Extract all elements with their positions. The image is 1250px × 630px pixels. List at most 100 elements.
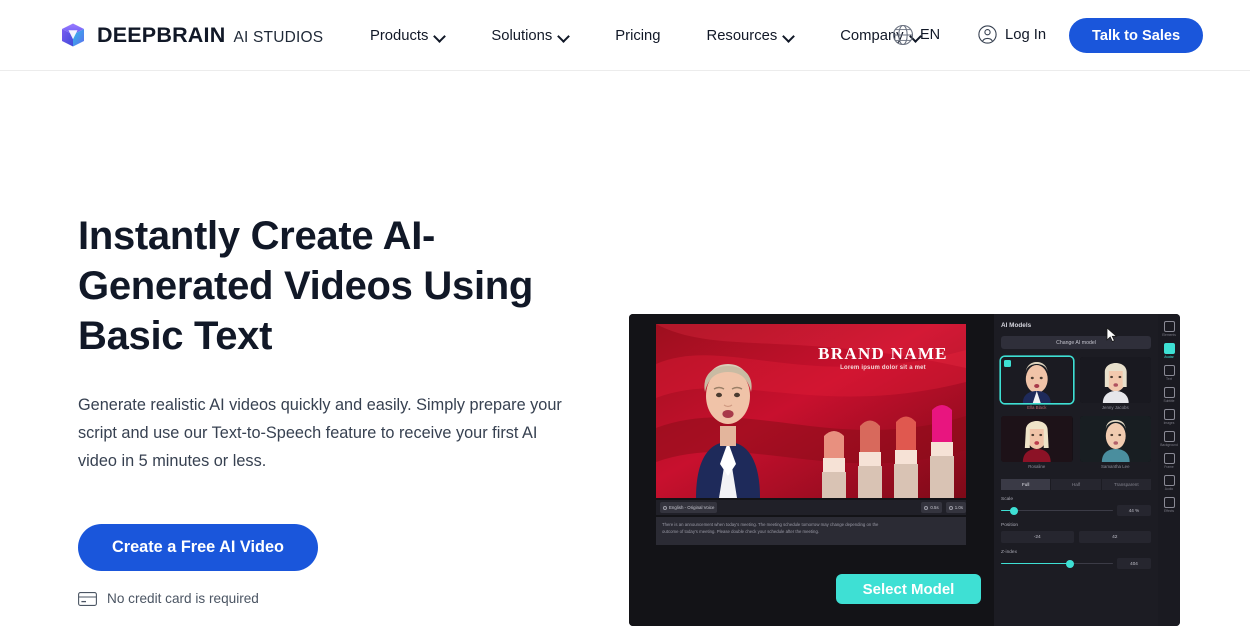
frame-icon <box>1163 453 1175 464</box>
ai-presenter-avatar <box>674 330 782 498</box>
duration-chip-start[interactable]: 0.5s <box>921 502 942 513</box>
rail-item-effects[interactable]: Effects <box>1158 495 1180 515</box>
logo[interactable]: DEEPBRAIN AI STUDIOS <box>60 22 323 48</box>
duration-chip-end[interactable]: 1.0s <box>945 502 966 513</box>
language-label: EN <box>920 27 941 43</box>
rail-label: Frame <box>1164 465 1174 469</box>
nav-label: Resources <box>706 27 778 44</box>
zindex-control-row: 404 <box>1001 558 1151 569</box>
images-icon <box>1163 409 1175 420</box>
lipstick-product-image <box>816 402 964 498</box>
model-name: Samantha Lee <box>1100 464 1130 469</box>
nav-item-solutions[interactable]: Solutions <box>491 28 591 44</box>
clock-icon <box>924 505 929 510</box>
model-card-0[interactable]: Ella Black <box>1001 357 1073 410</box>
canvas-brand-subtitle: Lorem ipsum dolor sit a met <box>840 365 926 371</box>
model-card-3[interactable]: Samantha Lee <box>1079 416 1151 469</box>
position-y-field[interactable]: 42 <box>1078 531 1151 543</box>
language-selector[interactable]: EN <box>889 21 940 49</box>
selected-check-icon <box>1004 360 1011 367</box>
talk-to-sales-button[interactable]: Talk to Sales <box>1069 18 1204 53</box>
model-name: Ella Black <box>1027 405 1047 410</box>
slider-fill <box>1001 562 1071 565</box>
scale-label: Scale <box>1001 497 1013 502</box>
user-avatar-icon <box>978 25 997 44</box>
model-name: Rosaline <box>1028 464 1046 469</box>
rail-item-frame[interactable]: Frame <box>1158 451 1180 471</box>
rail-item-subtitle[interactable]: Subtitle <box>1158 385 1180 405</box>
model-card-1[interactable]: Jenny Jacobs <box>1079 357 1151 410</box>
logo-sub-text: AI STUDIOS <box>233 28 324 46</box>
rail-item-elements[interactable]: Elements <box>1158 319 1180 339</box>
chevron-down-icon <box>559 31 569 41</box>
login-button[interactable]: Log In <box>978 25 1046 44</box>
rail-label: Effects <box>1163 509 1175 513</box>
login-label: Log In <box>1005 26 1047 43</box>
zindex-label: Z-index <box>1001 550 1017 555</box>
avatar-icon <box>1163 343 1175 354</box>
script-text-area[interactable]: There is an announcement when today's me… <box>656 517 966 545</box>
segment-full[interactable]: Full <box>1001 479 1051 490</box>
create-free-ai-video-button[interactable]: Create a Free AI Video <box>78 524 318 571</box>
chevron-down-icon <box>435 31 445 41</box>
nav-item-pricing[interactable]: Pricing <box>615 28 682 44</box>
panel-title: AI Models <box>1001 322 1032 329</box>
zindex-value[interactable]: 404 <box>1117 558 1151 569</box>
hero-description: Generate realistic AI videos quickly and… <box>78 396 562 470</box>
audio-icon <box>1163 475 1175 486</box>
canvas-brand-name: BRAND NAME <box>818 344 948 363</box>
segment-half[interactable]: Half <box>1051 479 1101 490</box>
nav-item-products[interactable]: Products <box>370 28 467 44</box>
main-navigation: Products Solutions Pricing Resources Com… <box>370 0 943 71</box>
model-crop-segmented-control: Full Half Transparent <box>1001 479 1151 490</box>
video-canvas[interactable]: BRAND NAME Lorem ipsum dolor sit a met <box>656 324 966 498</box>
chevron-down-icon <box>784 31 794 41</box>
hero-content: Instantly Create AI-Generated Videos Usi… <box>78 211 598 606</box>
rail-item-audio[interactable]: Audio <box>1158 473 1180 493</box>
voice-icon <box>663 505 667 510</box>
rail-item-background[interactable]: Background <box>1158 429 1180 449</box>
script-line-2: outcome of today's meeting. Please doubl… <box>662 529 820 534</box>
model-thumbnail <box>1079 416 1151 462</box>
zindex-slider[interactable] <box>1001 559 1113 568</box>
script-line-1: There is an announcement when today's me… <box>662 522 879 527</box>
hero-section: Instantly Create AI-Generated Videos Usi… <box>0 71 1250 630</box>
clock-icon <box>948 505 953 510</box>
editor-main-area: BRAND NAME Lorem ipsum dolor sit a met E… <box>629 314 994 626</box>
position-control-row: -24 42 <box>1001 531 1151 543</box>
position-label: Position <box>1001 523 1019 528</box>
rail-label: Text <box>1165 377 1173 381</box>
scale-control-row: 44 % <box>1001 505 1151 516</box>
duration-label: 1.0s <box>954 505 963 510</box>
credit-card-icon <box>78 591 97 606</box>
rail-item-images[interactable]: Images <box>1158 407 1180 427</box>
globe-icon <box>889 21 917 49</box>
model-card-2[interactable]: Rosaline <box>1001 416 1073 469</box>
duration-label: 0.5s <box>930 505 939 510</box>
scale-slider[interactable] <box>1001 506 1113 515</box>
model-thumbnail <box>1001 357 1073 403</box>
select-model-button[interactable]: Select Model <box>836 574 981 604</box>
rail-label: Subtitle <box>1163 399 1175 403</box>
text-icon <box>1163 365 1175 376</box>
slider-knob[interactable] <box>1010 506 1019 515</box>
scale-value[interactable]: 44 % <box>1117 505 1151 516</box>
language-voice-chip[interactable]: English - Original Voice <box>660 502 718 513</box>
model-grid: Ella Black Jenny Jacobs Rosaline Samanth… <box>1001 357 1151 469</box>
rail-item-text[interactable]: Text <box>1158 363 1180 383</box>
nav-label: Solutions <box>491 27 553 44</box>
effects-icon <box>1163 497 1175 508</box>
logo-main-text: DEEPBRAIN <box>97 22 226 47</box>
slider-knob[interactable] <box>1066 559 1075 568</box>
position-x-field[interactable]: -24 <box>1001 531 1074 543</box>
background-icon <box>1163 431 1175 442</box>
rail-label: Background <box>1160 443 1178 447</box>
change-ai-model-button[interactable]: Change AI model <box>1001 336 1151 349</box>
segment-transparent[interactable]: Transparent <box>1101 479 1151 490</box>
mouse-cursor <box>1106 327 1118 343</box>
rail-item-avatar[interactable]: Avatar <box>1158 341 1180 361</box>
editor-tool-rail: Elements Avatar Text Subtitle Images Bac… <box>1158 314 1180 626</box>
nav-item-resources[interactable]: Resources <box>707 28 817 44</box>
canvas-toolbar: English - Original Voice 0.5s 1.0s <box>656 500 966 515</box>
rail-label: Elements <box>1162 333 1176 337</box>
